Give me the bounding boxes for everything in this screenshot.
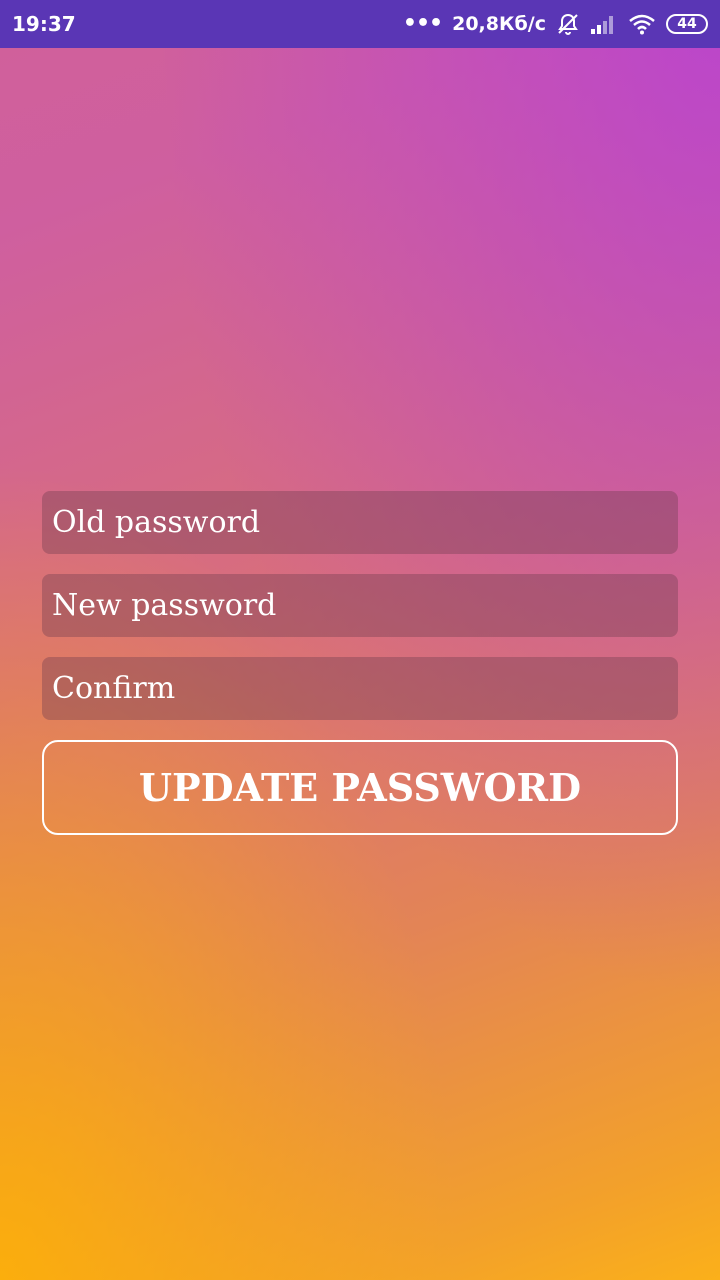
old-password-input[interactable] (52, 491, 678, 554)
battery-indicator: 44 (666, 14, 708, 34)
new-password-field-container (42, 574, 678, 637)
status-icons: ••• 20,8Кб/с 44 (403, 12, 708, 36)
old-password-field-container (42, 491, 678, 554)
change-password-form: UPDATE PASSWORD (42, 491, 678, 835)
new-password-input[interactable] (52, 574, 678, 637)
notification-dots: ••• (402, 11, 443, 36)
confirm-password-field-container (42, 657, 678, 720)
status-time: 19:37 (12, 12, 76, 36)
wifi-icon (628, 13, 656, 35)
update-password-button[interactable]: UPDATE PASSWORD (42, 740, 678, 835)
network-speed: 20,8Кб/с (452, 13, 546, 35)
alarm-off-icon (556, 12, 580, 36)
signal-icon (590, 13, 618, 35)
status-bar: 19:37 ••• 20,8Кб/с 44 (0, 0, 720, 48)
confirm-password-input[interactable] (52, 657, 678, 720)
